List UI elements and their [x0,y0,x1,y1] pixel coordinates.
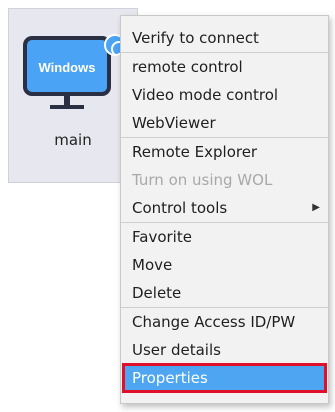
menu-item-properties[interactable]: Properties [122,363,327,393]
menu-item-label: remote control [132,58,243,76]
menu-item-label: Verify to connect [132,29,259,47]
stage: Windows main Verify to connect remote con… [0,0,335,412]
device-tile[interactable]: Windows main [8,8,138,183]
menu-item-video-mode-control[interactable]: Video mode control [121,81,328,109]
chevron-right-icon: ▶ [312,202,320,213]
device-name: main [54,131,92,149]
menu-item-label: WebViewer [132,114,216,132]
menu-item-label: Change Access ID/PW [132,313,296,331]
menu-item-user-details[interactable]: User details [121,336,328,364]
monitor-stand-base [50,105,84,109]
menu-item-favorite[interactable]: Favorite [121,223,328,251]
menu-item-remote-control[interactable]: remote control [121,53,328,81]
menu-item-label: Delete [132,284,182,302]
menu-item-label: Move [132,256,173,274]
menu-item-move[interactable]: Move [121,251,328,279]
menu-item-delete[interactable]: Delete [121,279,328,307]
monitor-stand-neck [64,96,70,105]
context-menu: Verify to connect remote control Video mod… [120,15,329,404]
monitor-icon: Windows [23,36,111,96]
menu-item-remote-explorer[interactable]: Remote Explorer [121,138,328,166]
menu-item-label: Remote Explorer [132,143,258,161]
menu-item-turn-on-using-wol: Turn on using WOL [121,166,328,194]
menu-item-label: User details [132,341,221,359]
menu-item-label: Favorite [132,228,192,246]
menu-item-control-tools[interactable]: Control tools ▶ [121,194,328,222]
menu-item-verify-to-connect[interactable]: Verify to connect [121,24,328,52]
menu-item-change-access-id-pw[interactable]: Change Access ID/PW [121,308,328,336]
menu-item-label: Properties [132,369,208,387]
os-label: Windows [38,60,96,75]
menu-item-label: Video mode control [132,86,279,104]
menu-item-label: Turn on using WOL [132,171,273,189]
menu-item-label: Control tools [132,199,228,217]
menu-item-webviewer[interactable]: WebViewer [121,109,328,137]
